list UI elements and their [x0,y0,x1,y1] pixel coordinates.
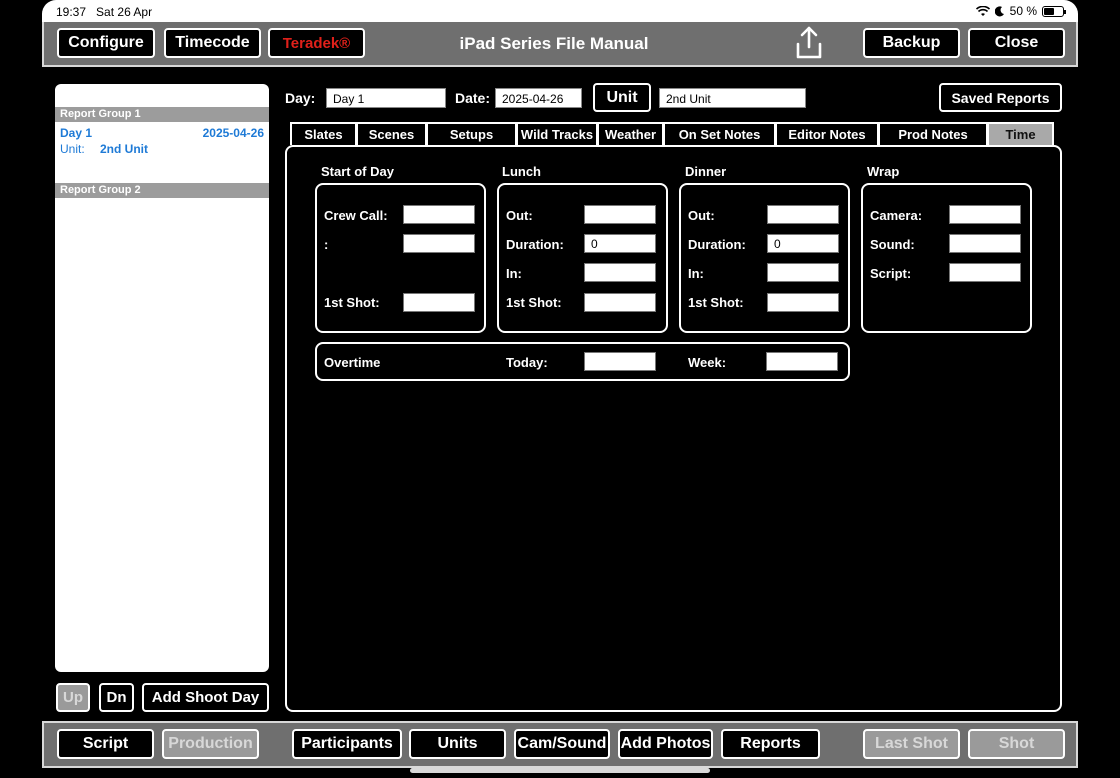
day-field[interactable]: Day 1 [326,88,446,108]
lunch-duration-input[interactable]: 0 [584,234,656,253]
add-photos-button[interactable]: Add Photos [618,729,713,759]
overtime-today-input[interactable] [584,352,656,371]
teradek-button[interactable]: Teradek® [268,28,365,58]
app-title: iPad Series File Manual [459,34,649,53]
moon-icon [994,5,1004,16]
wrap-script-input[interactable] [949,263,1021,282]
unit-button[interactable]: Unit [593,83,651,112]
extra-call-label: : [324,237,329,252]
start-of-day-title: Start of Day [321,164,394,179]
wrap-camera-label: Camera: [870,208,923,223]
sod-first-shot-label: 1st Shot: [324,295,380,310]
overtime-week-input[interactable] [766,352,838,371]
saved-reports-button[interactable]: Saved Reports [939,83,1062,112]
dinner-out-input[interactable] [767,205,839,224]
backup-button[interactable]: Backup [863,28,960,58]
lunch-first-shot-label: 1st Shot: [506,295,562,310]
lunch-in-label: In: [506,266,522,281]
dinner-first-shot-label: 1st Shot: [688,295,744,310]
tab-scenes[interactable]: Scenes [356,122,427,145]
unit-field[interactable]: 2nd Unit [659,88,806,108]
report-list-panel: Report Group 1 Day 1 2025-04-26 Unit: 2n… [55,84,269,672]
overtime-today-label: Today: [506,355,548,370]
tab-time[interactable]: Time [987,122,1054,145]
tab-on-set-notes[interactable]: On Set Notes [663,122,776,145]
report-group-header[interactable]: Report Group 1 [55,107,269,122]
battery-icon [1042,5,1066,17]
extra-call-input[interactable] [403,234,475,253]
overtime-title: Overtime [324,355,381,370]
dinner-in-input[interactable] [767,263,839,282]
lunch-out-input[interactable] [584,205,656,224]
reports-button[interactable]: Reports [721,729,820,759]
date-label: Date: [455,90,491,106]
move-down-button[interactable]: Dn [99,683,134,712]
lunch-out-label: Out: [506,208,533,223]
wifi-icon [975,5,990,16]
dinner-first-shot-input[interactable] [767,293,839,312]
participants-button[interactable]: Participants [292,729,402,759]
crew-call-input[interactable] [403,205,475,224]
lunch-first-shot-input[interactable] [584,293,656,312]
home-indicator[interactable] [410,768,710,773]
tab-wild-tracks[interactable]: Wild Tracks [516,122,598,145]
wrap-title: Wrap [867,164,900,179]
report-group-header[interactable]: Report Group 2 [55,183,269,198]
bottom-toolbar: Script Production Participants Units Cam… [42,721,1078,768]
tab-setups[interactable]: Setups [426,122,517,145]
add-shoot-day-button[interactable]: Add Shoot Day [142,683,269,712]
wrap-sound-input[interactable] [949,234,1021,253]
sod-first-shot-input[interactable] [403,293,475,312]
app-window: 19:37 Sat 26 Apr 50 % Configure Timecode… [0,0,1120,778]
last-shot-button[interactable]: Last Shot [863,729,960,759]
status-date: Sat 26 Apr [96,5,153,19]
wrap-camera-input[interactable] [949,205,1021,224]
day-date: 2025-04-26 [202,126,264,140]
shot-button[interactable]: Shot [968,729,1065,759]
cam-sound-button[interactable]: Cam/Sound [514,729,610,759]
tab-weather[interactable]: Weather [597,122,664,145]
day-unit-value: 2nd Unit [100,142,148,156]
dinner-out-label: Out: [688,208,715,223]
crew-call-label: Crew Call: [324,208,388,223]
lunch-in-input[interactable] [584,263,656,282]
configure-button[interactable]: Configure [57,28,155,58]
wrap-sound-label: Sound: [870,237,915,252]
lunch-title: Lunch [502,164,541,179]
timecode-button[interactable]: Timecode [164,28,261,58]
date-field[interactable]: 2025-04-26 [495,88,582,108]
top-toolbar: Configure Timecode Teradek® iPad Series … [42,22,1078,67]
status-bar: 19:37 Sat 26 Apr 50 % [42,0,1078,22]
day-name: Day 1 [60,126,93,140]
production-button[interactable]: Production [162,729,259,759]
share-icon[interactable] [794,26,824,60]
units-button[interactable]: Units [409,729,506,759]
dinner-in-label: In: [688,266,704,281]
tab-editor-notes[interactable]: Editor Notes [775,122,879,145]
status-indicators: 50 % [975,4,1066,18]
wrap-script-label: Script: [870,266,912,281]
tab-prod-notes[interactable]: Prod Notes [878,122,988,145]
status-time: 19:37 [56,5,87,19]
close-button[interactable]: Close [968,28,1065,58]
dinner-duration-label: Duration: [688,237,746,252]
overtime-week-label: Week: [688,355,727,370]
dinner-title: Dinner [685,164,727,179]
script-button[interactable]: Script [57,729,154,759]
status-clock: 19:37 Sat 26 Apr [56,5,152,19]
tab-slates[interactable]: Slates [290,122,357,145]
battery-percent: 50 % [1009,4,1037,18]
dinner-duration-input[interactable]: 0 [767,234,839,253]
lunch-duration-label: Duration: [506,237,564,252]
move-up-button[interactable]: Up [56,683,90,712]
day-label: Day: [285,90,316,106]
day-unit-label: Unit: [60,142,85,156]
